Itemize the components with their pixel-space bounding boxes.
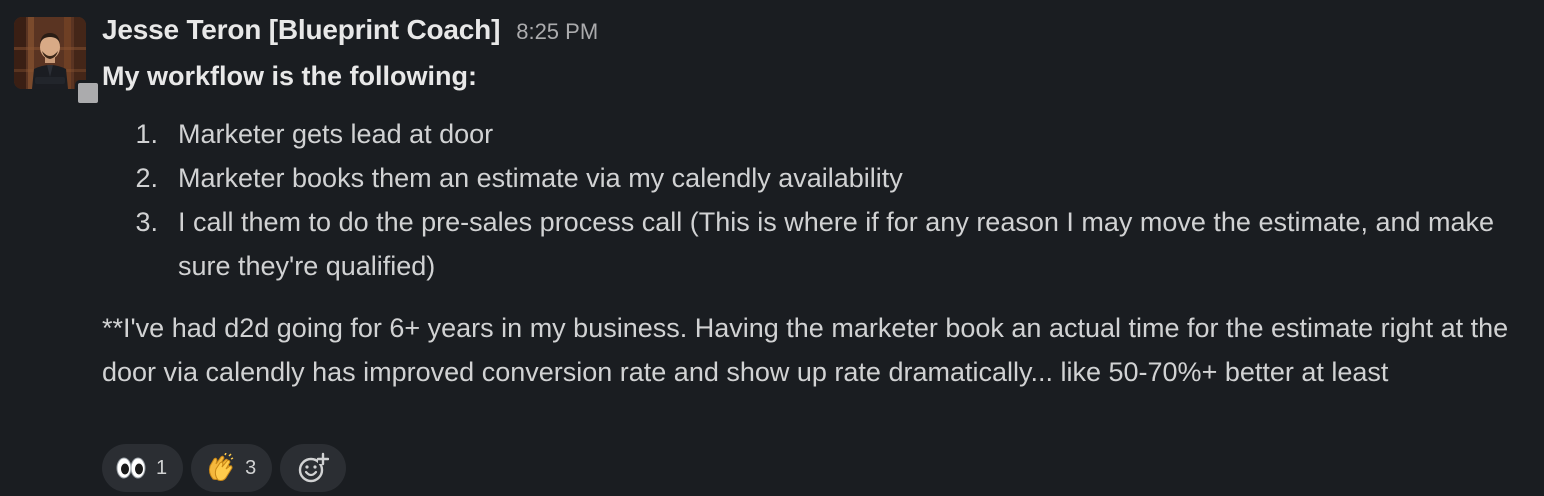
list-item-number: 2. bbox=[135, 163, 158, 193]
list-item-text: Marketer gets lead at door bbox=[178, 119, 494, 149]
reaction-count: 3 bbox=[245, 456, 257, 479]
list-item: 3. I call them to do the pre-sales proce… bbox=[102, 200, 1522, 288]
avatar-container[interactable] bbox=[14, 17, 101, 106]
eyes-icon bbox=[114, 453, 148, 483]
workflow-list: 1. Marketer gets lead at door 2. Markete… bbox=[102, 112, 1522, 288]
list-item: 1. Marketer gets lead at door bbox=[102, 112, 1522, 156]
message-content: Jesse Teron [Blueprint Coach] 8:25 PM My… bbox=[102, 14, 1522, 394]
list-item: 2. Marketer books them an estimate via m… bbox=[102, 156, 1522, 200]
add-reaction-icon bbox=[296, 452, 330, 483]
list-item-text: I call them to do the pre-sales process … bbox=[178, 207, 1495, 281]
reactions-bar: 1 3 bbox=[102, 444, 347, 492]
message: Jesse Teron [Blueprint Coach] 8:25 PM My… bbox=[0, 0, 1544, 496]
reaction-eyes[interactable]: 1 bbox=[102, 444, 184, 492]
sender-name[interactable]: Jesse Teron [Blueprint Coach] bbox=[102, 14, 500, 46]
list-item-text: Marketer books them an estimate via my c… bbox=[178, 163, 903, 193]
list-item-number: 3. bbox=[135, 207, 158, 237]
avatar[interactable] bbox=[14, 17, 86, 89]
reaction-count: 1 bbox=[156, 456, 168, 479]
add-reaction-button[interactable] bbox=[280, 444, 347, 492]
list-item-number: 1. bbox=[135, 119, 158, 149]
reaction-clap[interactable]: 3 bbox=[191, 444, 273, 492]
clapping-hands-icon bbox=[203, 453, 237, 483]
message-paragraph: **I've had d2d going for 6+ years in my … bbox=[102, 313, 1509, 387]
presence-status-icon bbox=[75, 80, 101, 106]
message-timestamp[interactable]: 8:25 PM bbox=[516, 19, 598, 45]
message-header: Jesse Teron [Blueprint Coach] 8:25 PM bbox=[102, 14, 1522, 52]
message-intro: My workflow is the following: bbox=[102, 61, 477, 91]
